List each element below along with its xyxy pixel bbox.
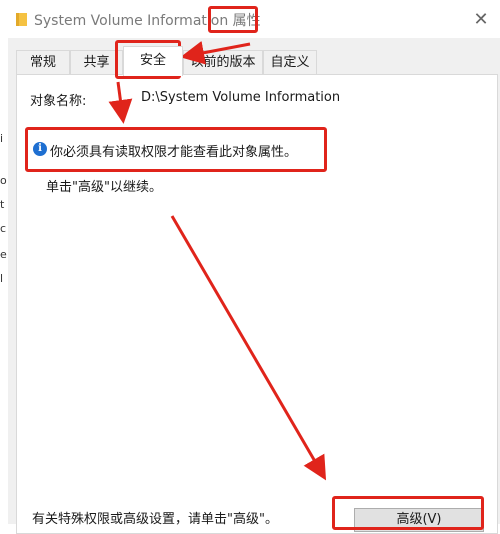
tab-previous-versions[interactable]: 以前的版本 [183,50,263,74]
permission-message: 你必须具有读取权限才能查看此对象属性。 [50,145,298,160]
tab-general[interactable]: 常规 [16,50,70,74]
title-bar: System Volume Information 属性 ✕ [8,0,500,38]
window-title-name: System Volume Information [34,13,229,29]
info-icon: i [33,142,47,156]
window-title-suffix: 属性 [232,13,261,29]
object-name-value: D:\System Volume Information [141,90,341,105]
close-icon: ✕ [473,8,489,30]
window-title: System Volume Information 属性 [34,10,261,30]
close-button[interactable]: ✕ [468,6,494,32]
tab-sharing[interactable]: 共享 [70,50,123,74]
folder-icon [16,13,27,26]
continue-hint: 单击"高级"以继续。 [46,180,162,195]
object-name-label: 对象名称: [30,94,87,109]
tab-customize[interactable]: 自定义 [263,50,317,74]
advanced-button[interactable]: 高级(V) [354,508,484,532]
tab-strip: 常规 共享 安全 以前的版本 自定义 [16,46,500,76]
tab-security[interactable]: 安全 [123,46,183,76]
properties-dialog: System Volume Information 属性 ✕ 常规 共享 安全 … [8,0,500,534]
special-permissions-text: 有关特殊权限或高级设置，请单击"高级"。 [32,512,278,527]
